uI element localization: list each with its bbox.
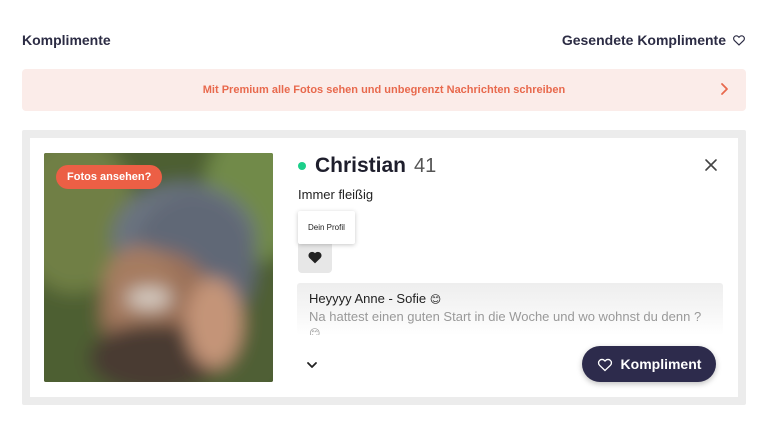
profile-photo[interactable]: Fotos ansehen? xyxy=(44,153,273,382)
profile-tagline: Immer fleißig xyxy=(298,187,374,202)
page-title: Komplimente xyxy=(22,32,111,48)
message-greeting: Heyyyy Anne - Sofie xyxy=(309,291,427,306)
premium-banner[interactable]: Mit Premium alle Fotos sehen und unbegre… xyxy=(22,69,746,111)
smile-emoji: 😊 xyxy=(429,294,442,306)
view-photos-badge[interactable]: Fotos ansehen? xyxy=(56,165,163,189)
chevron-down-icon[interactable] xyxy=(306,360,318,370)
heart-filled-icon xyxy=(308,251,322,263)
page-header: Komplimente Gesendete Komplimente xyxy=(22,30,746,50)
heart-outline-icon xyxy=(597,358,612,371)
heart-outline-icon xyxy=(733,35,745,46)
kompliment-button-label: Kompliment xyxy=(620,356,702,372)
smile-emoji-2: 😊 xyxy=(309,328,321,335)
profile-age: 41 xyxy=(414,154,437,177)
chevron-right-icon xyxy=(721,83,728,95)
compliment-card: Fotos ansehen? Christian 41 Immer fleißi… xyxy=(30,138,738,397)
message-line-2: Na hattest einen guten Start in die Woch… xyxy=(309,309,711,335)
compliment-card-container: Fotos ansehen? Christian 41 Immer fleißi… xyxy=(22,130,746,405)
premium-banner-text: Mit Premium alle Fotos sehen und unbegre… xyxy=(202,84,566,96)
kompliment-button[interactable]: Kompliment xyxy=(582,346,716,382)
message-preview[interactable]: Heyyyy Anne - Sofie 😊 Na hattest einen g… xyxy=(297,283,723,335)
online-indicator xyxy=(298,162,306,170)
message-body: Na hattest einen guten Start in die Woch… xyxy=(309,309,702,324)
your-profile-tooltip: Dein Profil xyxy=(298,211,355,244)
sent-compliments-label: Gesendete Komplimente xyxy=(561,32,726,48)
liked-badge xyxy=(298,240,332,273)
profile-name[interactable]: Christian xyxy=(315,154,406,178)
message-line-1: Heyyyy Anne - Sofie 😊 xyxy=(309,291,711,306)
profile-name-row: Christian 41 xyxy=(298,154,436,178)
sent-compliments-link[interactable]: Gesendete Komplimente xyxy=(562,32,746,48)
close-icon[interactable] xyxy=(704,158,718,172)
